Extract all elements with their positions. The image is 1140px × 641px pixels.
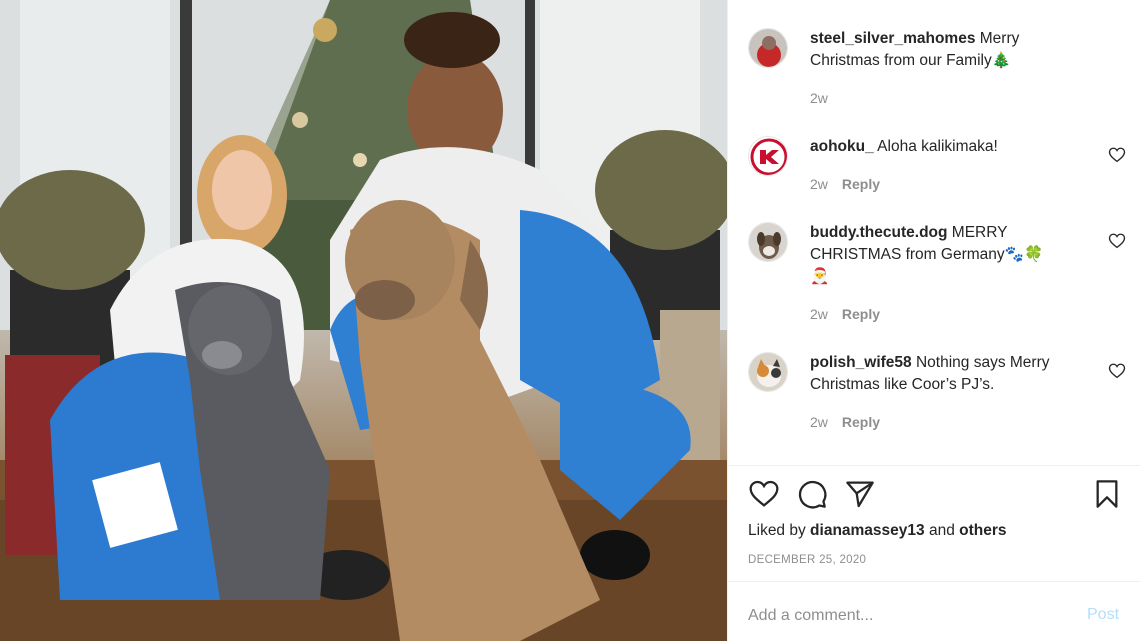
comment-avatar[interactable] <box>748 222 788 262</box>
comment-time[interactable]: 2w <box>810 306 828 322</box>
caption-meta: 2w <box>810 90 828 106</box>
comment-like-heart-icon[interactable] <box>1108 146 1126 164</box>
caption-emoji: 🎄 <box>991 52 1012 69</box>
reply-button[interactable]: Reply <box>842 414 880 430</box>
dog-avatar-icon <box>749 223 787 261</box>
composer-divider <box>728 581 1140 582</box>
post-date[interactable]: DECEMBER 25, 2020 <box>748 554 866 566</box>
comments-list: steel_silver_mahomes Merry Christmas fro… <box>728 0 1140 465</box>
comment-username[interactable]: polish_wife58 <box>810 354 912 371</box>
chiefs-logo-icon <box>749 137 787 175</box>
post-photo[interactable] <box>0 0 727 641</box>
comment-item: buddy.thecute.dog MERRY CHRISTMAS from G… <box>748 222 1126 332</box>
comment-avatar[interactable] <box>748 136 788 176</box>
comment-text: buddy.thecute.dog MERRY CHRISTMAS from G… <box>810 222 1078 288</box>
caption-text: steel_silver_mahomes Merry Christmas fro… <box>810 28 1078 72</box>
comment-text: polish_wife58 Nothing says Merry Christm… <box>810 352 1078 396</box>
family-christmas-photo <box>0 0 727 641</box>
cat-avatar-icon <box>749 353 787 391</box>
comment-username[interactable]: aohoku_ <box>810 138 874 155</box>
liked-by-user-link[interactable]: dianamassey13 <box>810 522 925 539</box>
comment-time[interactable]: 2w <box>810 414 828 430</box>
reply-button[interactable]: Reply <box>842 176 880 192</box>
likes-summary: Liked by dianamassey13 and others <box>748 522 1007 540</box>
post-side-panel: steel_silver_mahomes Merry Christmas fro… <box>727 0 1140 641</box>
comment-meta: 2w Reply <box>810 306 880 322</box>
bookmark-icon[interactable] <box>1091 478 1123 510</box>
comment-meta: 2w Reply <box>810 176 880 192</box>
comment-text: aohoku_ Aloha kalikimaka! <box>810 136 1078 158</box>
actions-divider <box>728 465 1140 466</box>
comment-emoji-line2: 🎅 <box>810 268 830 285</box>
likes-others-link[interactable]: others <box>959 522 1006 539</box>
caption-avatar[interactable] <box>748 28 788 68</box>
likes-middle: and <box>924 522 960 539</box>
comment-time[interactable]: 2w <box>810 176 828 192</box>
comment-icon[interactable] <box>796 478 828 510</box>
add-comment-input[interactable] <box>748 602 1048 630</box>
share-icon[interactable] <box>844 478 876 510</box>
caption-username[interactable]: steel_silver_mahomes <box>810 30 975 47</box>
comment-meta: 2w Reply <box>810 414 880 430</box>
comment-like-heart-icon[interactable] <box>1108 362 1126 380</box>
comment-item: polish_wife58 Nothing says Merry Christm… <box>748 352 1126 442</box>
comment-item: aohoku_ Aloha kalikimaka! 2w Reply <box>748 136 1126 206</box>
post-caption: steel_silver_mahomes Merry Christmas fro… <box>748 28 1123 108</box>
comment-like-heart-icon[interactable] <box>1108 232 1126 250</box>
user-avatar-icon <box>749 29 787 67</box>
comment-username[interactable]: buddy.thecute.dog <box>810 224 947 241</box>
comment-avatar[interactable] <box>748 352 788 392</box>
reply-button[interactable]: Reply <box>842 306 880 322</box>
post-comment-button[interactable]: Post <box>1087 606 1119 624</box>
likes-prefix: Liked by <box>748 522 811 539</box>
post-action-bar <box>748 478 1123 512</box>
heart-icon[interactable] <box>748 478 780 510</box>
caption-time[interactable]: 2w <box>810 90 828 106</box>
comment-body: Aloha kalikimaka! <box>873 138 998 155</box>
comment-emojis: 🐾🍀 <box>1004 246 1044 263</box>
